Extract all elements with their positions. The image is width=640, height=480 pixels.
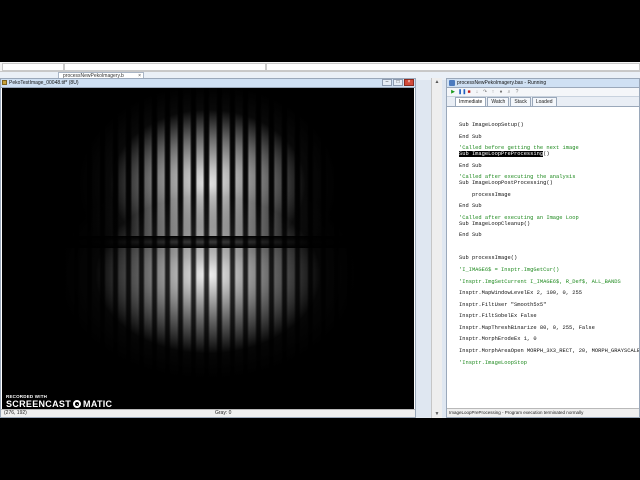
comment-line[interactable]: 'Insptr.ImgSetCurrent I_IMAGE6$, R_Def$,… xyxy=(459,279,639,286)
image-status-bar: (276, 192) Gray: 0 xyxy=(1,409,415,417)
tab-immediate[interactable]: Immediate xyxy=(455,97,487,106)
lower-fringe-pattern xyxy=(2,88,414,410)
minimize-button[interactable]: ‒ xyxy=(382,79,392,86)
stop-icon[interactable]: ■ xyxy=(466,89,472,95)
gray-value: Gray: 0 xyxy=(215,410,232,416)
run-icon[interactable]: ▶ xyxy=(450,89,456,95)
tab-watch[interactable]: Watch xyxy=(487,97,510,106)
step-out-icon[interactable]: ↑ xyxy=(490,89,496,95)
desktop-screen: processNewPekoImagery.b × PekoTestImage_… xyxy=(0,62,640,418)
close-button[interactable]: × xyxy=(404,79,414,86)
image-window[interactable]: PekoTestImage_00048.tif* (8U) ‒ □ × (276… xyxy=(0,78,416,418)
maximize-button[interactable]: □ xyxy=(393,79,403,86)
step-into-icon[interactable]: ↓ xyxy=(474,89,480,95)
logo-dot-icon xyxy=(73,400,82,408)
code-line[interactable]: Insptr.MorphAreaOpen MORPH_3X3_RECT, 20,… xyxy=(459,348,639,355)
selected-text: Sub ImageLoopPreProcessing xyxy=(459,150,544,157)
script-icon xyxy=(449,80,455,86)
help-icon[interactable]: ? xyxy=(514,89,520,95)
scroll-up-icon[interactable]: ▲ xyxy=(433,78,441,86)
find-icon[interactable]: ⌕ xyxy=(506,89,512,95)
logo-text-left: SCREENCAST xyxy=(6,399,72,409)
screencast-logo: SCREENCAST MATIC xyxy=(6,399,112,409)
editor-status-bar: ImageLoopPreProcessing - Program executi… xyxy=(447,408,639,417)
top-menu-strip xyxy=(0,62,640,72)
tab-loaded[interactable]: Loaded xyxy=(531,97,557,106)
menu-segment[interactable] xyxy=(266,63,640,71)
editor-tabs: Immediate Watch Stack Loaded xyxy=(447,97,639,107)
image-window-title: PekoTestImage_00048.tif* (8U) xyxy=(9,80,79,86)
image-window-titlebar[interactable]: PekoTestImage_00048.tif* (8U) ‒ □ × xyxy=(1,79,415,88)
scroll-down-icon[interactable]: ▼ xyxy=(433,410,441,418)
logo-text-right: MATIC xyxy=(83,399,113,409)
dark-band xyxy=(2,236,414,248)
screencast-watermark: RECORDED WITH SCREENCAST MATIC xyxy=(6,394,112,409)
comment-line[interactable]: 'Insptr.ImageLoopStop xyxy=(459,360,639,367)
editor-toolbar: ▶ ❚❚ ■ ↓ ↷ ↑ ● ⌕ ? xyxy=(447,88,639,97)
code-text: () xyxy=(543,150,550,157)
menu-segment[interactable] xyxy=(2,63,64,71)
cursor-coordinates: (276, 192) xyxy=(4,410,27,416)
pause-icon[interactable]: ❚❚ xyxy=(458,89,466,95)
editor-title: processNewPekoImagery.bas - Running xyxy=(457,80,547,86)
menu-segment[interactable] xyxy=(64,63,266,71)
step-over-icon[interactable]: ↷ xyxy=(482,89,488,95)
editor-titlebar[interactable]: processNewPekoImagery.bas - Running xyxy=(447,79,639,88)
breakpoint-icon[interactable]: ● xyxy=(498,89,504,95)
tab-stack[interactable]: Stack xyxy=(510,97,531,106)
script-editor-window[interactable]: processNewPekoImagery.bas - Running ▶ ❚❚… xyxy=(446,78,640,418)
image-canvas[interactable] xyxy=(2,88,414,410)
image-icon xyxy=(2,80,7,85)
code-area[interactable]: Sub ImageLoopSetup() End Sub 'Called bef… xyxy=(447,109,639,401)
vertical-scrollbar[interactable]: ▲ ▼ xyxy=(431,78,442,418)
